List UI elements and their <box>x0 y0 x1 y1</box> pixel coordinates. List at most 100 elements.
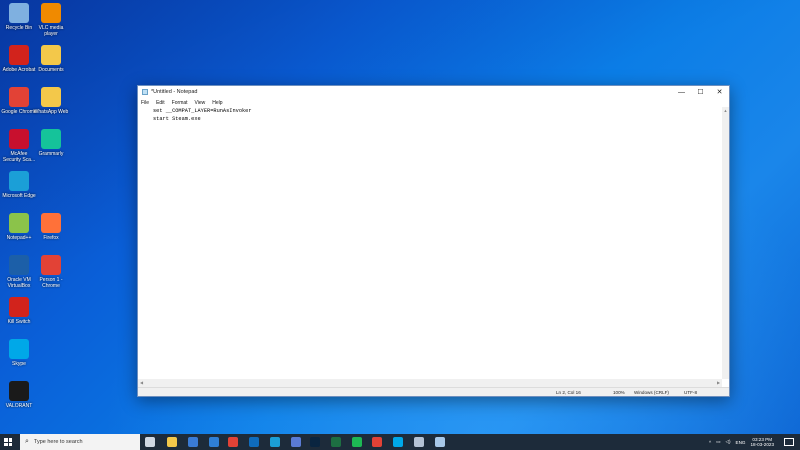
app-icon <box>9 381 29 401</box>
taskbar-spotify-icon[interactable] <box>352 437 362 447</box>
app-icon <box>41 129 61 149</box>
taskbar-microsoft-store-icon[interactable] <box>188 437 198 447</box>
taskbar-notepad-icon[interactable] <box>435 437 445 447</box>
desktop-icon[interactable]: VLC media player <box>33 3 69 37</box>
desktop-icon[interactable]: Microsoft Edge <box>1 171 37 199</box>
desktop-icon-label: Documents <box>38 67 64 73</box>
app-icon <box>9 171 29 191</box>
language-indicator[interactable]: ENG <box>736 440 746 445</box>
desktop-icon-label: Kill Switch <box>7 319 31 325</box>
menu-edit[interactable]: Edit <box>156 100 165 106</box>
app-icon <box>9 87 29 107</box>
network-icon[interactable]: ▭ <box>716 439 720 445</box>
text-editor-area[interactable]: set __COMPAT_LAYER=RunAsInvoker start St… <box>138 107 722 379</box>
desktop-icon[interactable]: Documents <box>33 45 69 73</box>
scroll-up-arrow-icon[interactable]: ▲ <box>722 107 729 114</box>
notepad-app-icon <box>142 89 148 95</box>
notification-center-icon[interactable] <box>784 438 794 446</box>
taskbar-skype-icon[interactable] <box>393 437 403 447</box>
vertical-scrollbar[interactable]: ▲ <box>722 107 729 379</box>
taskbar-chrome-2-icon[interactable] <box>372 437 382 447</box>
app-icon <box>41 87 61 107</box>
taskbar-file-explorer-icon[interactable] <box>167 437 177 447</box>
taskbar-search-box[interactable]: ⌕ Type here to search <box>20 434 140 450</box>
app-icon <box>9 45 29 65</box>
desktop-icon-label: Microsoft Edge <box>2 193 36 199</box>
app-icon <box>9 129 29 149</box>
search-placeholder: Type here to search <box>33 439 83 445</box>
notepad-window[interactable]: *Untitled - Notepad — ☐ ✕ File Edit Form… <box>137 85 730 397</box>
maximize-button[interactable]: ☐ <box>691 86 710 98</box>
encoding: UTF-8 <box>684 390 698 395</box>
desktop-icon[interactable]: Firefox <box>33 213 69 241</box>
window-title: *Untitled - Notepad <box>151 89 198 95</box>
search-icon: ⌕ <box>25 438 29 445</box>
app-icon <box>9 297 29 317</box>
desktop-icon[interactable]: Google Chrome <box>1 87 37 115</box>
scroll-left-arrow-icon[interactable]: ◀ <box>138 379 145 387</box>
app-icon <box>41 3 61 23</box>
taskbar-tools-icon[interactable] <box>414 437 424 447</box>
close-button[interactable]: ✕ <box>710 86 729 98</box>
clock[interactable]: 03:23 PM 18-03-2023 <box>751 437 775 448</box>
taskbar-edge-icon[interactable] <box>270 437 280 447</box>
desktop-icon-label: Google Chrome <box>1 109 37 115</box>
desktop-icon[interactable]: Recycle Bin <box>1 3 37 31</box>
desktop-icon-label: Person 1 - Chrome <box>39 277 63 289</box>
menu-view[interactable]: View <box>195 100 206 106</box>
taskbar-outlook-icon[interactable] <box>249 437 259 447</box>
app-icon <box>41 213 61 233</box>
app-icon <box>41 45 61 65</box>
menu-bar: File Edit Format View Help <box>138 98 729 107</box>
minimize-button[interactable]: — <box>672 86 691 98</box>
desktop-icon-label: Notepad++ <box>6 235 32 241</box>
desktop-icon[interactable]: Person 1 - Chrome <box>33 255 69 289</box>
app-icon <box>9 255 29 275</box>
desktop-icon-label: Skype <box>12 361 26 367</box>
desktop-icon-label: Adobe Acrobat <box>2 67 36 73</box>
start-button[interactable] <box>0 434 16 450</box>
desktop-icon-label: Grammarly <box>38 151 64 157</box>
desktop-icon-label: McAfee Security Sca... <box>2 151 36 163</box>
app-icon <box>9 3 29 23</box>
chevron-up-icon[interactable]: ^ <box>709 440 711 445</box>
zoom-level: 100% <box>613 390 625 395</box>
desktop-icon[interactable]: McAfee Security Sca... <box>1 129 37 163</box>
menu-file[interactable]: File <box>141 100 149 106</box>
desktop-icon[interactable]: Oracle VM VirtualBox <box>1 255 37 289</box>
windows-logo-icon <box>4 438 12 446</box>
desktop-icon[interactable]: Adobe Acrobat <box>1 45 37 73</box>
volume-icon[interactable]: ◁) <box>725 439 730 445</box>
taskbar-task-view-icon[interactable] <box>145 437 155 447</box>
desktop-icon[interactable]: Kill Switch <box>1 297 37 325</box>
desktop-icon-label: Recycle Bin <box>5 25 33 31</box>
menu-help[interactable]: Help <box>212 100 222 106</box>
scroll-right-arrow-icon[interactable]: ▶ <box>715 379 722 387</box>
desktop-icon-label: VALORANT <box>5 403 33 409</box>
desktop-icon[interactable]: Grammarly <box>33 129 69 157</box>
system-tray: ^ ▭ ◁) ENG 03:23 PM 18-03-2023 <box>709 434 800 450</box>
desktop-icon[interactable]: Notepad++ <box>1 213 37 241</box>
line-ending: Windows (CRLF) <box>634 390 669 395</box>
menu-format[interactable]: Format <box>172 100 188 106</box>
desktop-icon[interactable]: Skype <box>1 339 37 367</box>
desktop-icon-label: VLC media player <box>38 25 64 37</box>
app-icon <box>9 339 29 359</box>
status-bar: Ln 2, Col 16 100% Windows (CRLF) UTF-8 <box>138 387 729 396</box>
desktop-icon[interactable]: WhatsApp Web <box>33 87 69 115</box>
taskbar-mail-icon[interactable] <box>209 437 219 447</box>
taskbar-excel-icon[interactable] <box>331 437 341 447</box>
app-icon <box>9 213 29 233</box>
desktop-icon[interactable]: VALORANT <box>1 381 37 409</box>
desktop-icon-label: Oracle VM VirtualBox <box>7 277 31 289</box>
clock-date: 18-03-2023 <box>750 442 775 447</box>
taskbar-chrome-icon[interactable] <box>228 437 238 447</box>
app-icon <box>41 255 61 275</box>
horizontal-scrollbar[interactable]: ◀ ▶ <box>138 379 722 387</box>
desktop-icon-label: WhatsApp Web <box>33 109 69 115</box>
cursor-position: Ln 2, Col 16 <box>556 390 581 395</box>
taskbar-microsoft-store-2-icon[interactable] <box>291 437 301 447</box>
desktop-icon-label: Firefox <box>43 235 59 241</box>
taskbar-photoshop-icon[interactable] <box>310 437 320 447</box>
notepad-title-bar[interactable]: *Untitled - Notepad — ☐ ✕ <box>138 86 729 98</box>
